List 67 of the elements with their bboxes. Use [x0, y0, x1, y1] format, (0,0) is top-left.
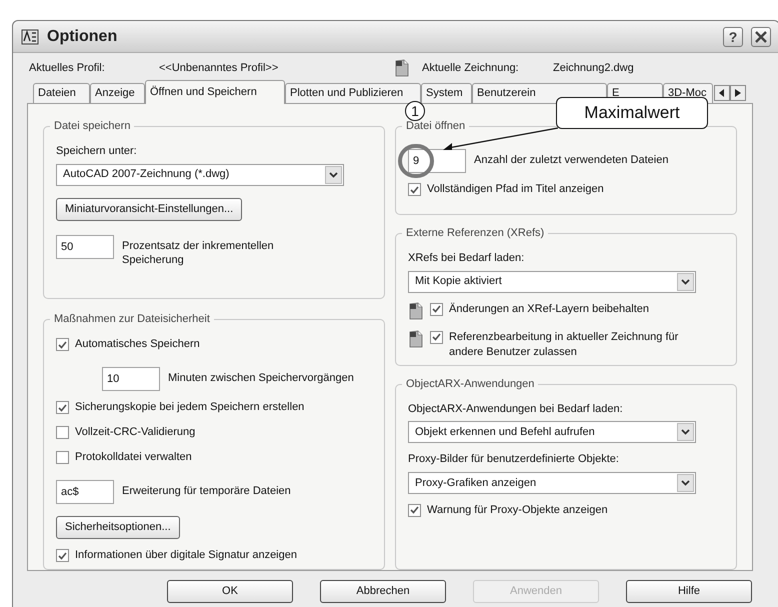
dropdown[interactable]: Objekt erkennen und Befehl aufrufen [408, 421, 696, 444]
callout-tooltip: Maximalwert [556, 97, 708, 129]
left-arrow-icon [719, 89, 725, 97]
checkbox[interactable] [56, 338, 69, 352]
dropdown[interactable]: AutoCAD 2007-Zeichnung (*.dwg) [56, 164, 344, 186]
drawing-label: Aktuelle Zeichnung: [422, 60, 520, 76]
number-field[interactable]: 10 [102, 367, 160, 392]
field-label: ObjectARX-Anwendungen bei Bedarf laden: [408, 402, 624, 417]
dialog-button[interactable]: Miniaturvoransicht-Einstellungen... [56, 198, 242, 220]
field-label: Anzahl der zuletzt verwendeten Dateien [474, 153, 668, 167]
close-icon [755, 30, 767, 42]
checkbox-label: Warnung für Proxy-Objekte anzeigen [427, 502, 609, 518]
checkbox-label: Informationen über digitale Signatur anzeigen [75, 548, 298, 564]
dialog-button[interactable]: OK [167, 580, 293, 603]
right-arrow-icon [735, 89, 741, 97]
checkbox-label: Vollständigen Pfad im Titel anzeigen [427, 182, 605, 197]
checkbox-label: Sicherungskopie bei jedem Speichern erstellen [75, 400, 306, 416]
checkbox[interactable] [408, 183, 421, 196]
tab-scroll-right-button[interactable] [730, 85, 746, 101]
field-label: Erweiterung für temporäre Dateien [122, 484, 291, 498]
checkbox[interactable] [56, 401, 69, 414]
field-label: Speichern unter: [56, 144, 138, 159]
number-field[interactable]: 9 [408, 149, 466, 173]
field-label: XRefs bei Bedarf laden: [408, 251, 526, 266]
dialog-button: Anwenden [473, 580, 599, 603]
tab[interactable]: Anzeige [90, 83, 145, 103]
checkbox[interactable] [408, 504, 421, 517]
dialog-button[interactable]: Hilfe [626, 580, 752, 603]
field-label: Prozentsatz der inkrementellen Speicherung [122, 238, 274, 266]
number-field[interactable]: ac$ [56, 480, 114, 504]
checkbox-label: Protokolldatei verwalten [75, 450, 193, 466]
chevron-down-icon [681, 480, 690, 486]
drawing-value: Zeichnung2.dwg [553, 60, 634, 76]
dropdown[interactable]: Mit Kopie aktiviert [408, 270, 696, 293]
document-icon [394, 59, 410, 77]
field-label: Proxy-Bilder für benutzerdefinierte Objekte: [408, 452, 620, 468]
field-label: Minuten zwischen Speichervorgängen [168, 371, 354, 386]
checkbox[interactable] [56, 549, 69, 562]
help-button[interactable]: ? [723, 26, 743, 46]
app-icon [21, 28, 39, 44]
checkbox[interactable] [430, 330, 443, 344]
profile-value: <<Unbenanntes Profil>> [159, 60, 280, 76]
tab[interactable]: Dateien [33, 83, 90, 103]
window-title: Optionen [47, 26, 118, 46]
dialog-button[interactable]: Sicherheitsoptionen... [56, 516, 180, 540]
checkbox[interactable] [430, 302, 443, 316]
profile-label: Aktuelles Profil: [29, 60, 106, 76]
checkbox-label: Referenzbearbeitung in aktueller Zeichnung für andere Benutzer zulassen [449, 330, 680, 360]
tab[interactable]: System [421, 83, 472, 103]
checkbox[interactable] [56, 426, 69, 440]
tab[interactable]: Plotten und Publizieren [285, 83, 421, 103]
checkbox[interactable] [56, 451, 69, 464]
dropdown[interactable]: Proxy-Grafiken anzeigen [408, 472, 696, 494]
close-button[interactable] [751, 26, 771, 46]
document-icon [408, 330, 424, 348]
number-field[interactable]: 50 [56, 234, 114, 258]
chevron-down-icon [681, 278, 690, 285]
document-icon [408, 302, 424, 320]
group-title: Datei speichern [50, 118, 134, 134]
chevron-down-icon [329, 172, 338, 178]
tab[interactable]: Öffnen und Speichern [145, 80, 285, 104]
checkbox-label: Änderungen an XRef-Layern beibehalten [449, 302, 650, 317]
tab-scroll-left-button[interactable] [714, 85, 730, 101]
chevron-down-icon [681, 429, 690, 436]
checkbox-label: Automatisches Speichern [75, 337, 201, 352]
checkbox-label: Vollzeit-CRC-Validierung [75, 425, 196, 440]
dialog-button[interactable]: Abbrechen [320, 580, 446, 603]
